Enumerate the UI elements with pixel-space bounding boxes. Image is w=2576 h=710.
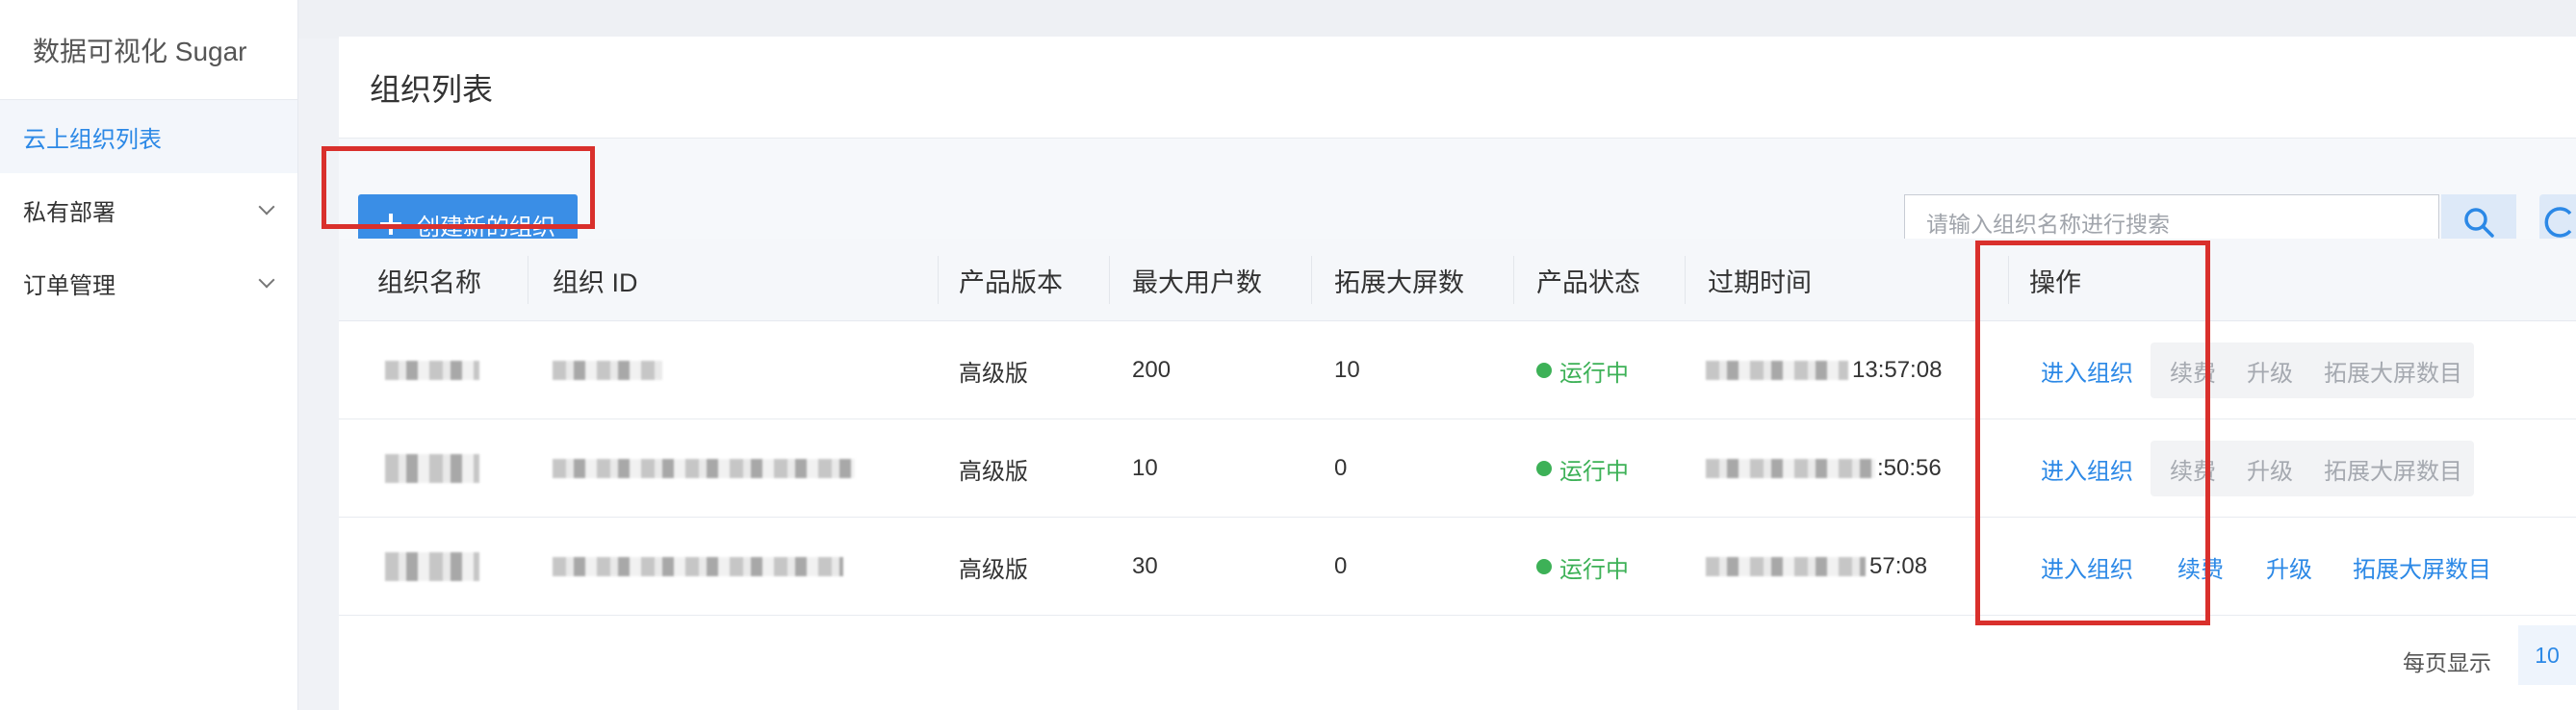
chevron-down-icon xyxy=(258,198,275,216)
header-org-id: 组织 ID xyxy=(553,267,638,297)
expire-time: 13:57:08 xyxy=(1852,357,1943,383)
table-header: 组织名称 组织 ID 产品版本 最大用户数 拓展大屏数 产品状态 过期时间 操作 xyxy=(339,239,2576,321)
max-users-cell: 10 xyxy=(1132,455,1158,481)
page-title: 组织列表 xyxy=(339,37,2576,139)
org-name-cell xyxy=(385,518,479,616)
ops-column-highlight xyxy=(1975,241,2210,625)
screens-cell: 0 xyxy=(1334,553,1348,579)
expire-time: :50:56 xyxy=(1877,455,1942,481)
max-users-cell: 30 xyxy=(1132,553,1158,579)
search-icon xyxy=(2464,208,2494,238)
search-placeholder: 请输入组织名称进行搜索 xyxy=(1926,212,2170,237)
status-dot-icon xyxy=(1536,461,1552,476)
header-screens: 拓展大屏数 xyxy=(1334,267,1464,297)
org-id-cell xyxy=(553,419,855,518)
expand-screens-button[interactable]: 拓展大屏数目 xyxy=(2324,419,2462,518)
page-size-label: 每页显示 xyxy=(2403,650,2491,675)
table-row: 高级版 200 10 运行中 13:57:08 进入组织 续费 升级 拓展大屏数… xyxy=(339,321,2576,419)
status-cell: 运行中 xyxy=(1536,419,1629,518)
table-row: 高级版 30 0 运行中 57:08 进入组织 续费 升级 拓展大屏数目 xyxy=(339,518,2576,616)
org-name-cell xyxy=(385,321,479,419)
sidebar: 数据可视化 Sugar 云上组织列表 私有部署 订单管理 xyxy=(0,0,298,710)
header-expire: 过期时间 xyxy=(1708,267,1812,297)
screens-cell: 10 xyxy=(1334,357,1360,383)
max-users-cell: 200 xyxy=(1132,357,1172,383)
header-max-users: 最大用户数 xyxy=(1132,267,1262,297)
table-row: 高级版 10 0 运行中 :50:56 进入组织 续费 升级 拓展大屏数目 xyxy=(339,419,2576,518)
org-id-cell xyxy=(553,321,662,419)
status-label: 运行中 xyxy=(1559,556,1629,583)
expire-cell: 13:57:08 xyxy=(1706,321,1942,419)
version-cell: 高级版 xyxy=(959,458,1028,485)
expand-screens-button[interactable]: 拓展大屏数目 xyxy=(2324,321,2462,419)
top-strip xyxy=(298,0,2576,38)
org-name-cell xyxy=(385,419,479,518)
chevron-down-icon xyxy=(258,271,275,289)
sidebar-item-private-deploy[interactable]: 私有部署 xyxy=(0,173,297,246)
status-dot-icon xyxy=(1536,363,1552,378)
expand-screens-link[interactable]: 拓展大屏数目 xyxy=(2353,518,2491,616)
status-label: 运行中 xyxy=(1559,360,1629,387)
header-status: 产品状态 xyxy=(1536,267,1640,297)
status-cell: 运行中 xyxy=(1536,518,1629,616)
sidebar-item-label: 云上组织列表 xyxy=(23,126,162,153)
page-size-select[interactable]: 10 xyxy=(2518,625,2576,685)
create-button-highlight xyxy=(322,146,595,229)
screens-cell: 0 xyxy=(1334,455,1348,481)
brand-title: 数据可视化 Sugar xyxy=(0,0,297,100)
version-cell: 高级版 xyxy=(959,556,1028,583)
version-cell: 高级版 xyxy=(959,360,1028,387)
expire-cell: 57:08 xyxy=(1706,518,1927,616)
status-dot-icon xyxy=(1536,559,1552,574)
header-org-name: 组织名称 xyxy=(377,267,481,297)
sidebar-item-orders[interactable]: 订单管理 xyxy=(0,246,297,319)
expire-time: 57:08 xyxy=(1869,553,1928,579)
status-label: 运行中 xyxy=(1559,458,1629,485)
upgrade-button[interactable]: 升级 xyxy=(2247,419,2293,518)
sidebar-item-label: 私有部署 xyxy=(23,199,116,226)
expire-cell: :50:56 xyxy=(1706,419,1942,518)
status-cell: 运行中 xyxy=(1536,321,1629,419)
sidebar-item-cloud-orgs[interactable]: 云上组织列表 xyxy=(0,100,297,173)
header-version: 产品版本 xyxy=(959,267,1063,297)
upgrade-link[interactable]: 升级 xyxy=(2266,518,2312,616)
org-id-cell xyxy=(553,518,843,616)
upgrade-button[interactable]: 升级 xyxy=(2247,321,2293,419)
sidebar-item-label: 订单管理 xyxy=(23,272,116,299)
main-panel: 组织列表 创建新的组织 请输入组织名称进行搜索 组织名称 组织 ID 产品版本 … xyxy=(322,37,2576,710)
